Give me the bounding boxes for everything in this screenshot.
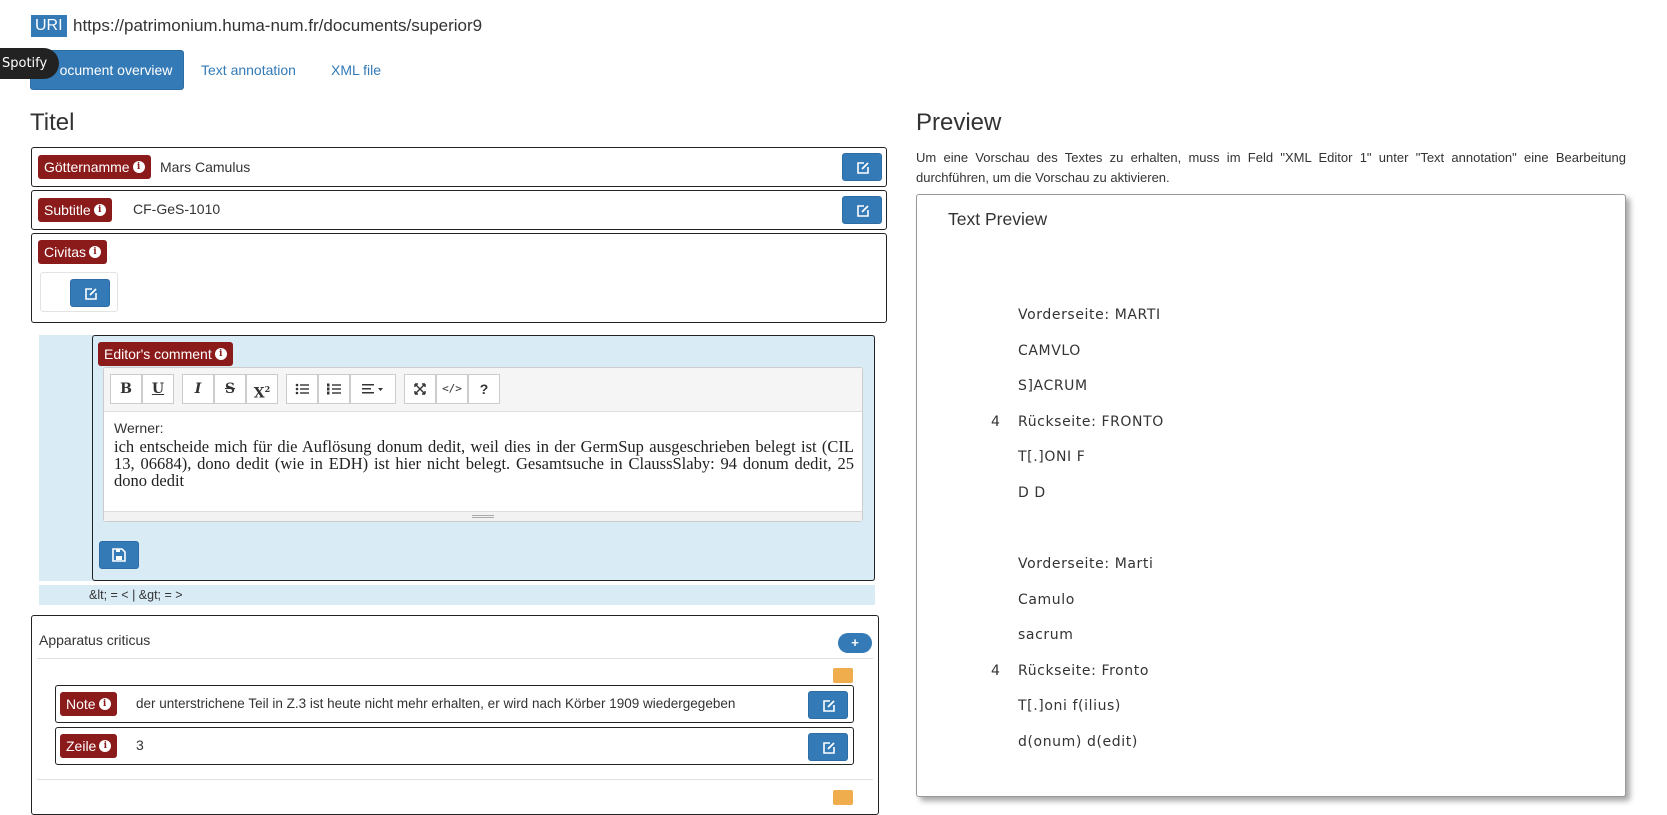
- uri-badge: URI: [31, 15, 67, 37]
- field-value: 3: [136, 737, 144, 753]
- text-preview-panel: Text Preview Vorderseite: MARTI CAMVLO S]A…: [916, 194, 1626, 797]
- edit-button[interactable]: [808, 691, 848, 719]
- field-value: Mars Camulus: [160, 159, 251, 175]
- align-dropdown-button[interactable]: [350, 374, 396, 404]
- edit-icon: [857, 162, 869, 174]
- spotify-tooltip: Spotify: [0, 48, 60, 79]
- line-number: 4: [991, 662, 1000, 679]
- preview-instructions: Um eine Vorschau des Textes zu erhalten,…: [916, 150, 1626, 185]
- preview-lines: Vorderseite: MARTI CAMVLO S]ACRUM 4 Rückseit…: [917, 195, 1625, 796]
- editor-toolbar: B U I S X2 </> ?: [104, 368, 862, 412]
- edition-line: d(onum) d(edit): [1018, 734, 1138, 750]
- entity-hint-text: &lt; = < | &gt; = >: [89, 588, 183, 602]
- toolbar-groups: B U I S X2 </> ?: [110, 374, 810, 404]
- field-label: Editor's comment i: [98, 342, 233, 366]
- align-left-icon: [362, 384, 383, 394]
- fullscreen-button[interactable]: [404, 374, 436, 404]
- field-subtitle: Subtitle i CF-GeS-1010: [31, 190, 887, 230]
- field-civitas: Civitas i: [31, 233, 887, 323]
- edition-line: Vorderseite: Marti: [1018, 556, 1154, 572]
- underline-button[interactable]: U: [142, 374, 174, 404]
- field-value: der unterstrichene Teil in Z.3 ist heute…: [136, 696, 736, 711]
- preview-heading: Preview: [916, 109, 1002, 136]
- superscript-button[interactable]: X2: [246, 374, 278, 404]
- edit-icon: [823, 742, 835, 754]
- edit-icon: [823, 700, 835, 712]
- edition-line: T[.]oni f(ilius): [1018, 698, 1121, 715]
- edition-line: Camulo: [1018, 591, 1075, 608]
- field-value: CF-GeS-1010: [133, 201, 221, 217]
- numbered-list-icon: [327, 383, 341, 395]
- apparatus-title: Apparatus criticus: [39, 632, 151, 648]
- tab-text-annotation[interactable]: Text annotation: [201, 50, 296, 90]
- info-icon[interactable]: i: [98, 698, 111, 710]
- info-icon[interactable]: i: [132, 161, 145, 173]
- edit-button[interactable]: [842, 153, 882, 181]
- divider: [37, 658, 873, 659]
- field-label: Zeile i: [60, 734, 118, 758]
- diplomatic-line: Rückseite: FRONTO: [1018, 413, 1164, 430]
- divider: [37, 779, 873, 780]
- field-label: Subtitle i: [38, 198, 112, 222]
- entity-hint-bar: &lt; = < | &gt; = >: [39, 585, 875, 605]
- info-icon[interactable]: i: [99, 740, 112, 752]
- italic-button[interactable]: I: [182, 374, 214, 404]
- diplomatic-line: D D: [1018, 485, 1046, 501]
- field-label: Note i: [60, 692, 117, 716]
- diplomatic-line: CAMVLO: [1018, 342, 1081, 359]
- edit-button[interactable]: [808, 733, 848, 761]
- editor-comment-panel: Editor's comment i B U I S X2 </> ? Wern…: [92, 335, 875, 581]
- field-label: Civitas i: [38, 240, 108, 264]
- tab-document-overview-label: ocument overview: [59, 62, 173, 78]
- info-icon[interactable]: i: [214, 348, 227, 360]
- strikethrough-button[interactable]: S: [214, 374, 246, 404]
- bold-button[interactable]: B: [110, 374, 142, 404]
- trash-icon[interactable]: [833, 668, 853, 683]
- line-number: 4: [991, 413, 1000, 430]
- code-view-button[interactable]: </>: [436, 374, 468, 404]
- edition-line: Rückseite: Fronto: [1018, 662, 1150, 679]
- tab-xml-file[interactable]: XML file: [331, 50, 381, 90]
- title-heading: Titel: [30, 109, 75, 136]
- diplomatic-line: T[.]ONI F: [1018, 449, 1086, 466]
- edit-button[interactable]: [842, 196, 882, 224]
- help-button[interactable]: ?: [468, 374, 500, 404]
- diplomatic-line: Vorderseite: MARTI: [1018, 307, 1161, 323]
- field-gotternamme: Götternamme i Mars Camulus: [31, 147, 887, 187]
- save-icon: [112, 548, 126, 562]
- info-icon[interactable]: i: [93, 204, 106, 216]
- bulleted-list-icon: [295, 383, 309, 395]
- apparatus-entry-note: Note i der unterstrichene Teil in Z.3 ist…: [55, 685, 854, 723]
- resize-handle[interactable]: [104, 511, 862, 521]
- add-entry-button[interactable]: +: [838, 633, 872, 653]
- edition-line: sacrum: [1018, 627, 1074, 644]
- numbered-list-button[interactable]: [318, 374, 350, 404]
- comment-text[interactable]: ich entscheide mich für die Auflösung do…: [114, 438, 854, 489]
- bulleted-list-button[interactable]: [286, 374, 318, 404]
- comment-author: Werner:: [114, 420, 164, 436]
- edit-icon: [85, 288, 97, 300]
- edit-icon: [857, 205, 869, 217]
- edit-button[interactable]: [70, 279, 110, 307]
- apparatus-panel: Apparatus criticus + Note i der unterstri…: [31, 615, 879, 815]
- diplomatic-line: S]ACRUM: [1018, 378, 1088, 395]
- plus-icon: +: [851, 635, 859, 650]
- info-icon[interactable]: i: [89, 246, 102, 258]
- rich-text-editor: B U I S X2 </> ? Werner: ich entscheide …: [103, 367, 863, 522]
- fullscreen-icon: [414, 383, 426, 395]
- apparatus-entry-zeile: Zeile i 3: [55, 727, 854, 765]
- civitas-value-box: [40, 272, 118, 312]
- save-button[interactable]: [99, 541, 139, 569]
- document-uri[interactable]: https://patrimonium.huma-num.fr/document…: [73, 14, 482, 38]
- field-label: Götternamme i: [38, 155, 151, 179]
